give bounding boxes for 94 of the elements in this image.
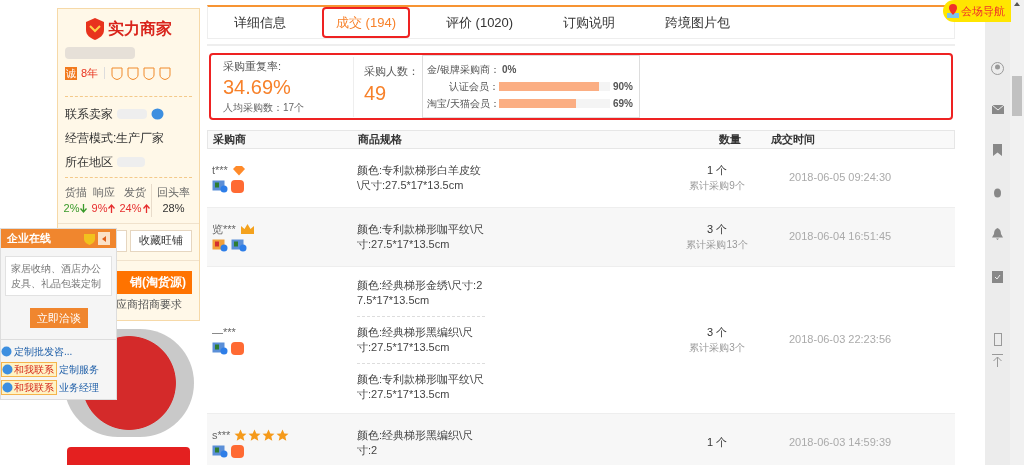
repeat-rate-label: 采购重复率: xyxy=(223,58,283,74)
star-icon xyxy=(276,428,290,442)
deal-time: 2018-06-03 14:59:39 xyxy=(788,435,892,451)
years-text: 8年 xyxy=(81,66,99,81)
buyer-name: —*** xyxy=(212,324,236,340)
metric-label: 货描 xyxy=(64,184,87,200)
metric-value: 28% xyxy=(162,201,185,216)
down-arrow-icon xyxy=(80,203,88,213)
metric-label: 回头率 xyxy=(157,184,190,200)
metric-label: 发货 xyxy=(123,184,146,200)
mail-icon[interactable] xyxy=(991,105,1004,114)
mobile-icon[interactable] xyxy=(993,333,1002,346)
quantity-text: 1 个 xyxy=(706,162,728,178)
quantity-text: 3 个 xyxy=(706,324,728,340)
metric-label: 响应 xyxy=(92,184,115,200)
total-purchase-text: 累计采购3个 xyxy=(689,341,745,356)
star-icon xyxy=(234,428,248,442)
chat-avatar-icon xyxy=(1,346,12,357)
bookmark-icon[interactable] xyxy=(993,144,1002,156)
scroll-up-icon[interactable] xyxy=(1014,2,1020,6)
column-header: 商品规格 xyxy=(358,132,403,147)
service-shield-icon xyxy=(159,66,172,80)
integrity-badge: 诚 xyxy=(65,66,77,80)
tab[interactable]: 详细信息 xyxy=(220,7,300,38)
metric-value: 9% xyxy=(91,201,108,216)
metric-value: 2% xyxy=(63,201,80,216)
breakdown-label: 淘宝/天猫会员： xyxy=(427,97,499,111)
map-pin-icon xyxy=(947,3,959,19)
repeat-rate-value: 34.69% xyxy=(223,75,292,101)
back-to-top-icon[interactable] xyxy=(992,354,1003,367)
spec-text: 颜色:经典梯形金绣\尺寸:27.5*17*13.5cm xyxy=(357,274,485,317)
contact-link[interactable]: 定制批发咨... xyxy=(14,344,73,359)
blurred-name-block xyxy=(65,47,135,59)
service-shield-icon xyxy=(143,66,156,80)
caret-left-icon xyxy=(102,235,106,242)
metric-value: 24% xyxy=(119,201,142,216)
total-purchase-text: 累计采购13个 xyxy=(686,238,748,253)
region-label: 所在地区 xyxy=(65,153,113,171)
business-mode-text: 经营模式:生产厂家 xyxy=(65,129,166,147)
service-shield-icon xyxy=(111,66,124,80)
column-header: 成交时间 xyxy=(770,132,815,147)
buyer-count-label: 采购人数： xyxy=(364,64,414,79)
up-arrow-icon xyxy=(108,203,116,213)
scroll-thumb[interactable] xyxy=(1012,76,1022,116)
spec-text: 颜色:经典梯形黑编织\尺寸:2 xyxy=(357,427,475,458)
chat-panel-title: 企业在线 xyxy=(7,231,51,247)
tab[interactable]: 订购说明 xyxy=(549,7,630,38)
scrollbar[interactable] xyxy=(1010,0,1024,465)
column-header: 数量 xyxy=(718,132,742,147)
spec-text: 颜色:经典梯形黑编织\尺寸:27.5*17*13.5cm xyxy=(357,321,485,364)
buyer-name: 览*** xyxy=(212,221,236,237)
store-badge-title: 实力商家 xyxy=(107,19,172,39)
deal-time: 2018-06-05 09:24:30 xyxy=(788,170,892,186)
collapse-button[interactable] xyxy=(98,232,110,245)
user-icon[interactable] xyxy=(991,62,1004,75)
chat-avatar-icon xyxy=(2,364,13,375)
average-purchase-text: 人均采购数：17个 xyxy=(223,101,306,116)
bell-icon[interactable] xyxy=(992,228,1003,240)
breakdown-value: 90% xyxy=(613,80,633,94)
shield-logo-icon xyxy=(85,18,104,40)
message-bubble: 家居收纳、酒店办公皮具、礼品包装定制 xyxy=(5,256,112,296)
quantity-text: 3 个 xyxy=(706,221,728,237)
chat-avatar-icon xyxy=(2,382,13,393)
breakdown-label: 认证会员： xyxy=(448,80,499,94)
clipboard-icon[interactable] xyxy=(992,270,1003,283)
star-icon xyxy=(262,428,276,442)
contact-me-button[interactable]: 和我联系 xyxy=(1,380,57,395)
buyer-name: s*** xyxy=(212,427,231,443)
star-icon xyxy=(248,428,262,442)
up-arrow-icon xyxy=(142,203,150,213)
buyer-name: t*** xyxy=(212,162,228,178)
venue-navigation-badge[interactable]: 会场导航 xyxy=(943,0,1011,22)
column-header: 采购商 xyxy=(212,132,247,147)
total-purchase-text: 累计采购9个 xyxy=(689,179,745,194)
service-shield-icon xyxy=(127,66,140,80)
spec-text: 颜色:专利款梯形咖平纹\尺寸:27.5*17*13.5cm xyxy=(357,221,485,252)
tab[interactable]: 评价 (1020) xyxy=(431,7,528,38)
breakdown-label: 金/银牌采购商： xyxy=(427,63,499,77)
deal-time: 2018-06-03 22:23:56 xyxy=(788,332,892,348)
shield-icon xyxy=(84,232,95,245)
contact-me-button[interactable]: 和我联系 xyxy=(1,362,57,377)
tab[interactable]: 跨境图片包 xyxy=(651,7,745,38)
deal-time: 2018-06-04 16:51:45 xyxy=(788,229,892,245)
buyer-count-value: 49 xyxy=(364,80,388,106)
breakdown-value: 0% xyxy=(502,63,517,77)
quantity-text: 1 个 xyxy=(706,435,728,451)
breakdown-value: 69% xyxy=(613,97,633,111)
contact-seller-label: 联系卖家 xyxy=(65,105,113,123)
contact-link[interactable]: 定制服务 xyxy=(59,362,99,377)
spec-text: 颜色:专利款梯形白羊皮纹\尺寸:27.5*17*13.5cm xyxy=(357,162,483,193)
contact-link[interactable]: 业务经理 xyxy=(59,380,99,395)
spec-text: 颜色:专利款梯形咖平纹\尺寸:27.5*17*13.5cm xyxy=(357,371,485,402)
chat-icon[interactable] xyxy=(151,107,164,120)
favorite-shop-button[interactable]: 收藏旺铺 xyxy=(130,229,192,252)
